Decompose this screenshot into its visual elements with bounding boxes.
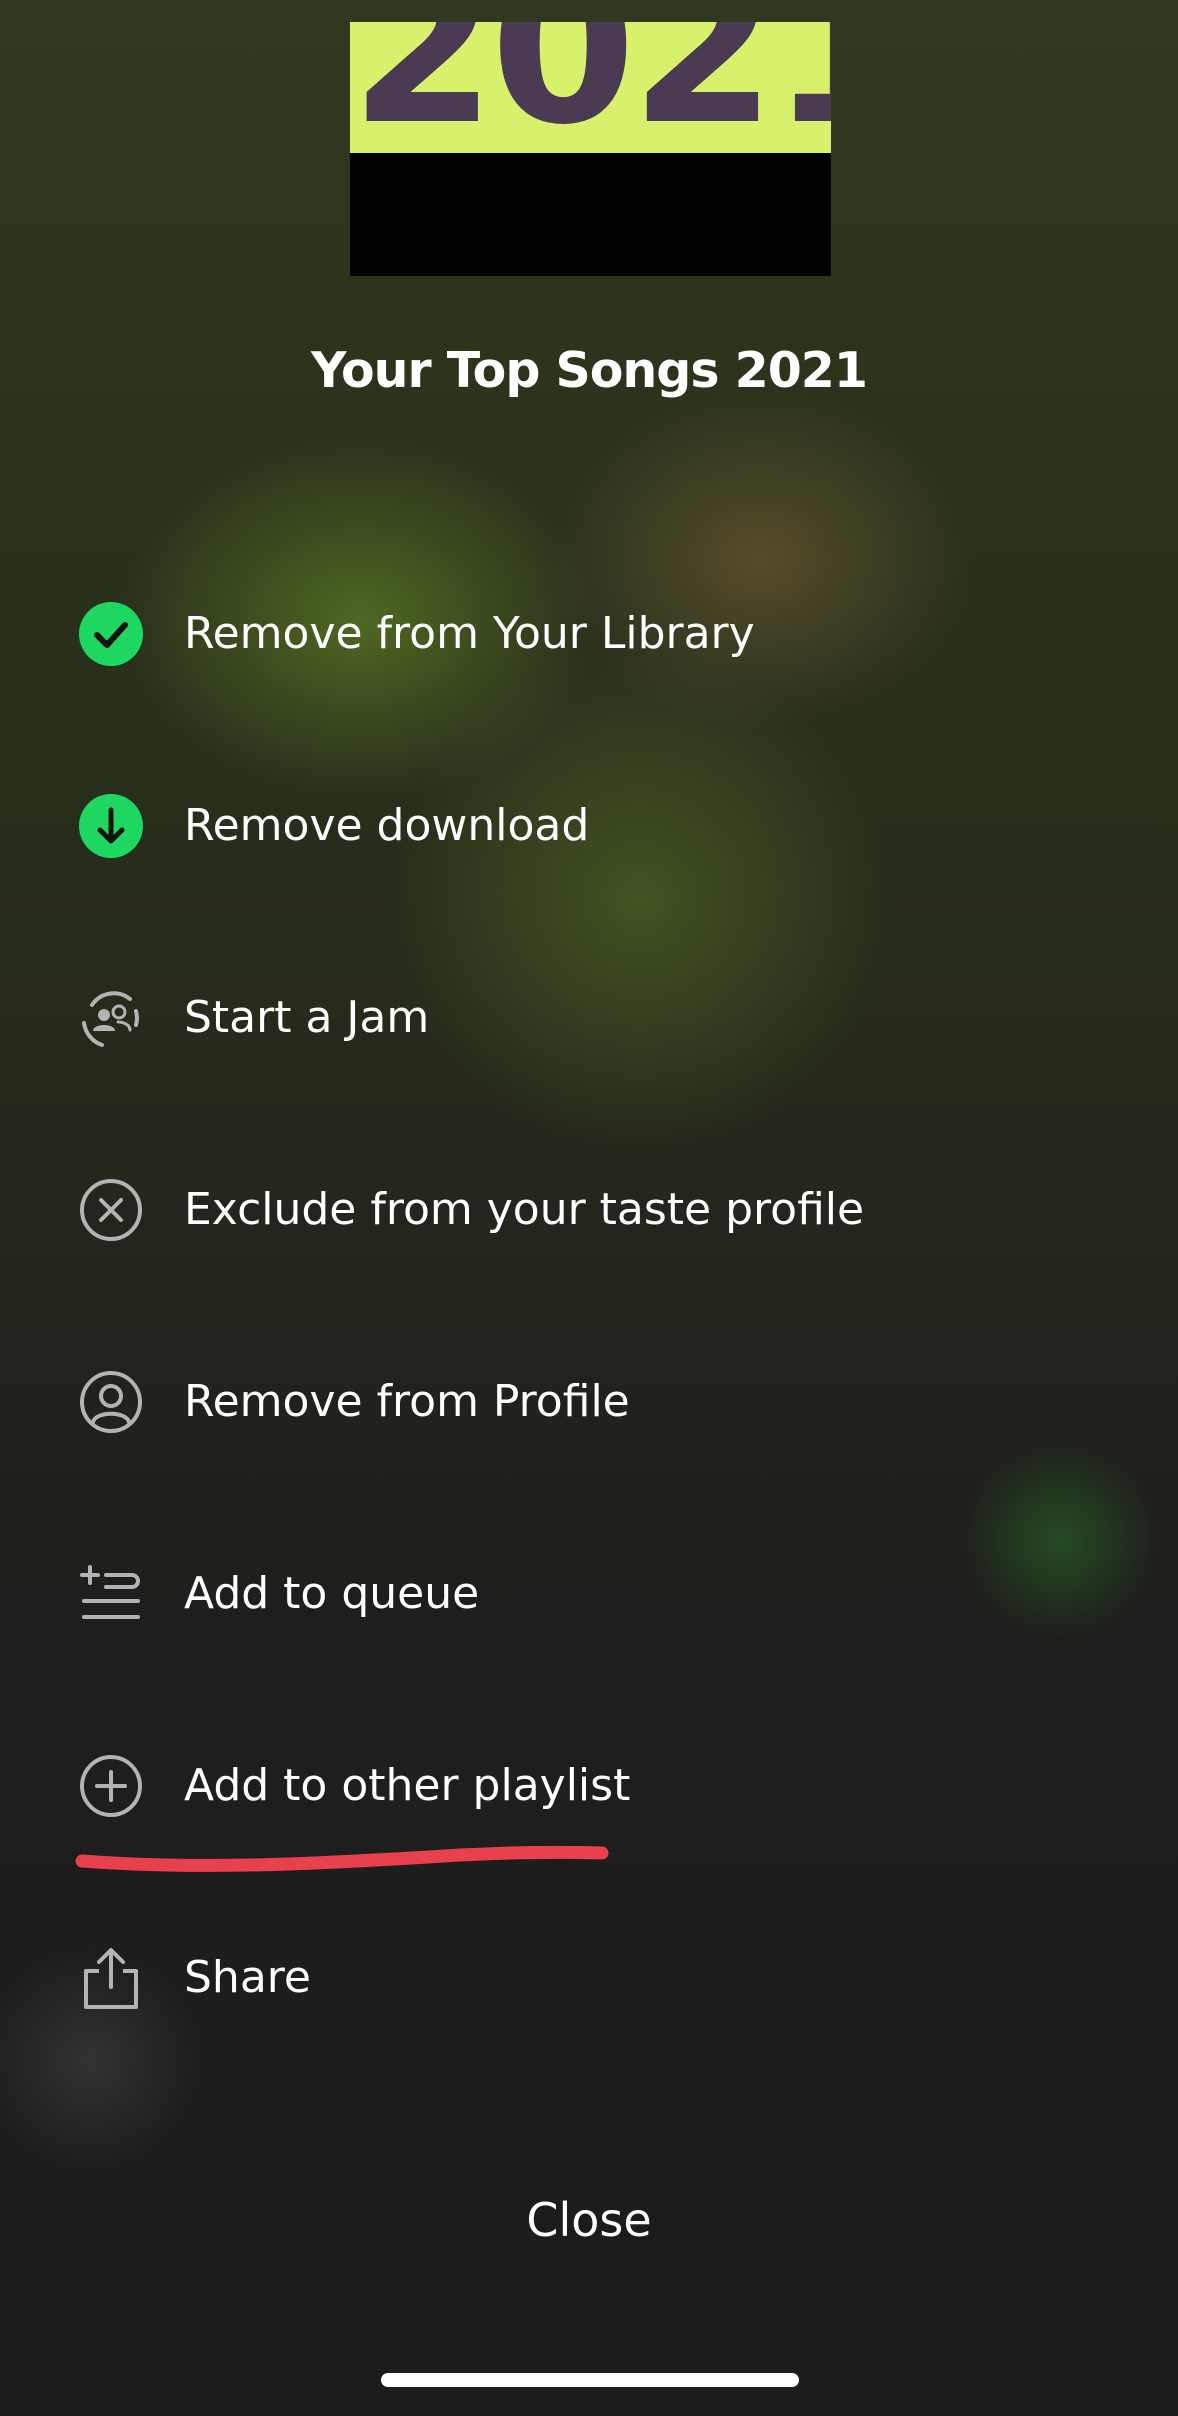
cover-art-lime-band: 2021 (350, 22, 831, 153)
menu-item-label: Remove download (184, 800, 590, 851)
plus-circle-icon (78, 1753, 144, 1819)
menu-item-label: Remove from Your Library (184, 608, 755, 659)
menu-item-add-to-other-playlist[interactable]: Add to other playlist (0, 1721, 1178, 1851)
menu-item-add-to-queue[interactable]: Add to queue (0, 1529, 1178, 1659)
menu-item-label: Remove from Profile (184, 1376, 630, 1427)
add-to-queue-icon (78, 1561, 144, 1627)
share-icon (78, 1945, 144, 2011)
menu-item-label: Add to other playlist (184, 1760, 631, 1811)
menu-item-remove-from-library[interactable]: Remove from Your Library (0, 569, 1178, 699)
menu-item-share[interactable]: Share (0, 1913, 1178, 2043)
cover-art-black-band (350, 153, 831, 276)
menu-item-label: Start a Jam (184, 992, 430, 1043)
menu-item-remove-download[interactable]: Remove download (0, 761, 1178, 891)
playlist-title: Your Top Songs 2021 (311, 342, 868, 399)
menu-item-label: Exclude from your taste profile (184, 1184, 865, 1235)
cover-year-text: 2021 (350, 22, 831, 153)
menu-item-exclude-from-taste-profile[interactable]: Exclude from your taste profile (0, 1145, 1178, 1275)
playlist-cover-art: 2021 (350, 0, 831, 276)
close-button[interactable]: Close (439, 2180, 739, 2260)
home-indicator[interactable] (381, 2373, 799, 2387)
menu-item-remove-from-profile[interactable]: Remove from Profile (0, 1337, 1178, 1467)
menu-item-label: Share (184, 1952, 311, 2003)
menu-item-label: Add to queue (184, 1568, 480, 1619)
download-circle-icon (78, 793, 144, 859)
user-circle-icon (78, 1369, 144, 1435)
jam-icon (78, 985, 144, 1051)
check-circle-icon (78, 601, 144, 667)
x-circle-icon (78, 1177, 144, 1243)
menu-item-start-a-jam[interactable]: Start a Jam (0, 953, 1178, 1083)
